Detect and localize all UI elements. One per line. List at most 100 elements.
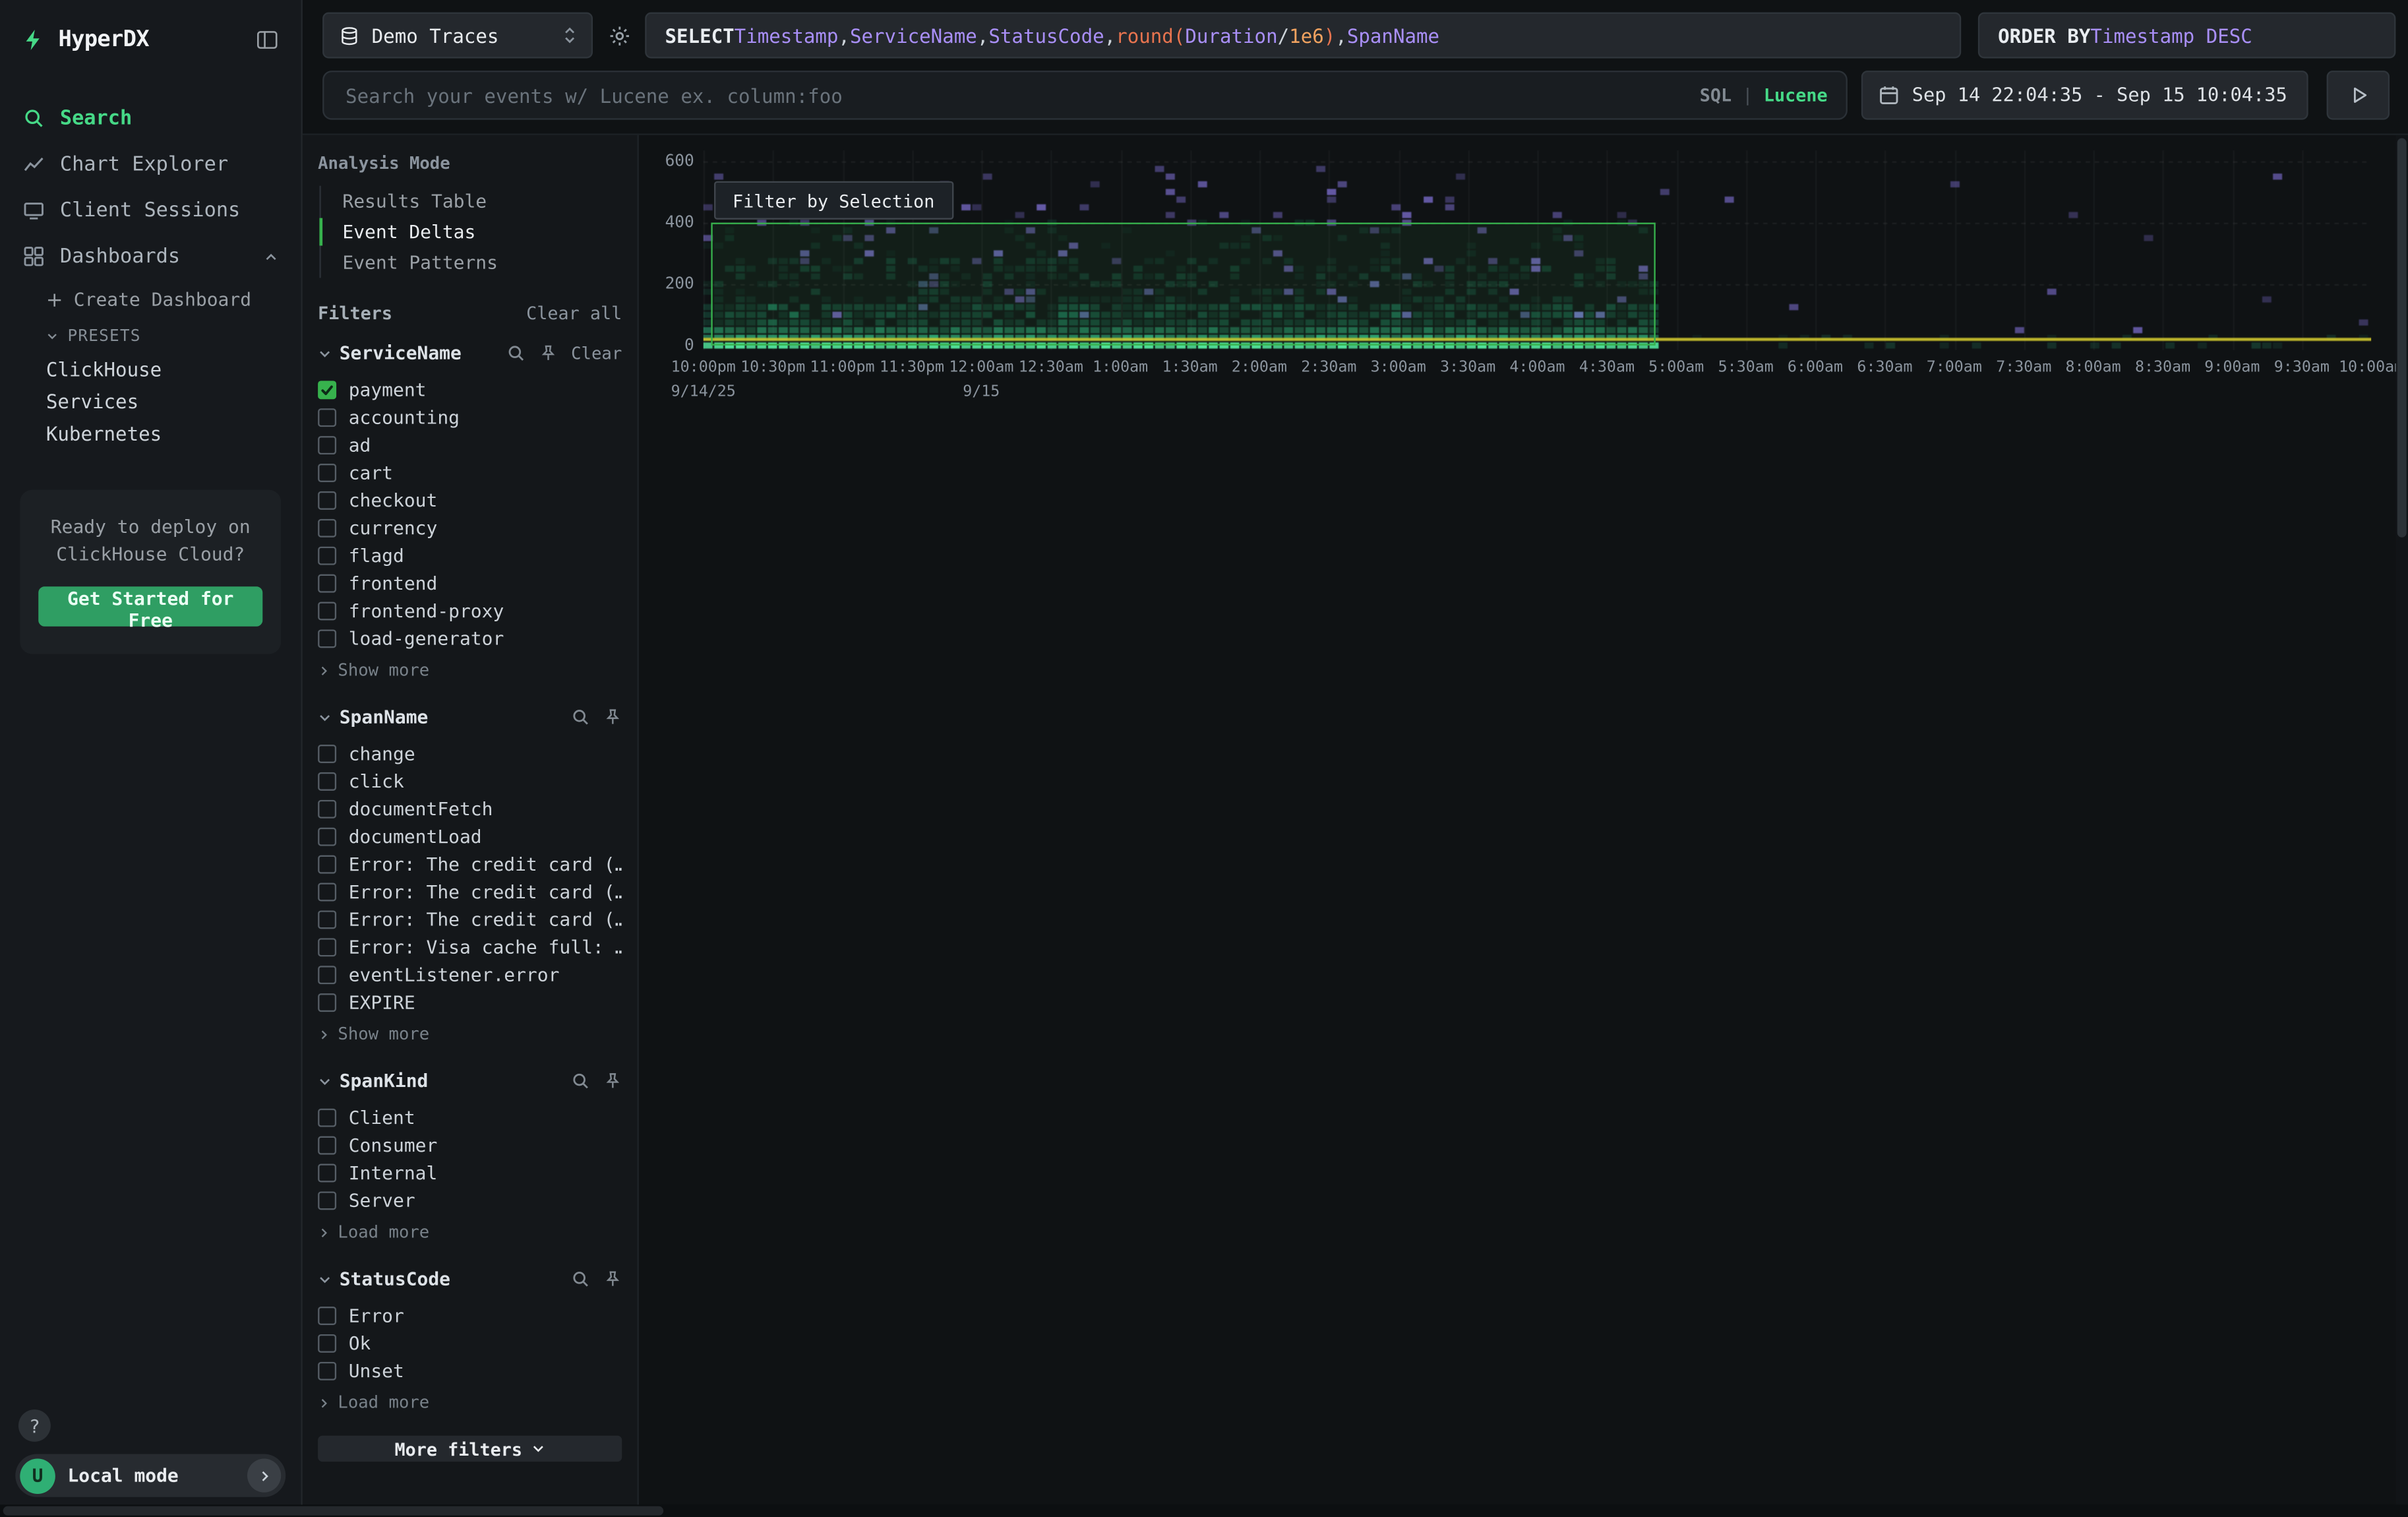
checkbox[interactable]	[318, 1191, 336, 1210]
checkbox[interactable]	[318, 464, 336, 482]
show-more-button[interactable]: Show more	[318, 1021, 622, 1047]
filter-option-accounting[interactable]: accounting	[318, 404, 622, 431]
filter-option-frontend-proxy[interactable]: frontend-proxy	[318, 598, 622, 625]
checkbox[interactable]	[318, 910, 336, 929]
get-started-button[interactable]: Get Started for Free	[38, 586, 262, 627]
pin-icon[interactable]	[603, 1072, 622, 1090]
sidebar-item-chart-explorer[interactable]: Chart Explorer	[0, 141, 301, 187]
filter-option-documentfetch[interactable]: documentFetch	[318, 795, 622, 823]
filter-option-currency[interactable]: currency	[318, 514, 622, 542]
pin-icon[interactable]	[539, 344, 557, 362]
run-query-button[interactable]	[2327, 71, 2390, 119]
sql-select-input[interactable]: SELECT Timestamp, ServiceName, StatusCod…	[645, 13, 1961, 59]
horizontal-scrollbar[interactable]	[0, 1504, 2408, 1517]
search-icon[interactable]	[506, 344, 525, 362]
sidebar-item-clickhouse[interactable]: ClickHouse	[0, 353, 301, 385]
filter-option-frontend[interactable]: frontend	[318, 570, 622, 598]
filter-group-header[interactable]: ServiceName Clear	[318, 339, 622, 367]
vertical-scrollbar-thumb[interactable]	[2397, 139, 2407, 538]
filter-option-error[interactable]: Error	[318, 1302, 622, 1330]
filter-option-internal[interactable]: Internal	[318, 1160, 622, 1187]
language-toggle-lucene[interactable]: Lucene	[1764, 84, 1828, 106]
filter-option-documentload[interactable]: documentLoad	[318, 823, 622, 851]
checkbox[interactable]	[318, 1109, 336, 1127]
chevron-right-icon[interactable]	[247, 1459, 281, 1493]
filter-option-unset[interactable]: Unset	[318, 1357, 622, 1385]
chart-selection[interactable]	[711, 223, 1655, 346]
sidebar-item-client-sessions[interactable]: Client Sessions	[0, 187, 301, 233]
user-menu[interactable]: U Local mode	[15, 1454, 286, 1497]
filter-option-flagd[interactable]: flagd	[318, 542, 622, 570]
checkbox[interactable]	[318, 519, 336, 538]
sidebar-collapse-icon[interactable]	[255, 28, 280, 52]
checkbox[interactable]	[318, 574, 336, 593]
filter-option-click[interactable]: click	[318, 768, 622, 795]
filter-option-load-generator[interactable]: load-generator	[318, 625, 622, 652]
filter-option-change[interactable]: change	[318, 740, 622, 768]
search-icon[interactable]	[571, 1270, 589, 1288]
more-filters-button[interactable]: More filters	[318, 1436, 622, 1462]
sidebar-item-services[interactable]: Services	[0, 385, 301, 418]
pin-icon[interactable]	[603, 1270, 622, 1288]
filter-option-error-the-credit-card[interactable]: Error: The credit card (…	[318, 906, 622, 933]
search-icon[interactable]	[571, 708, 589, 726]
checkbox[interactable]	[318, 408, 336, 427]
filter-option-error-visa-cache-full[interactable]: Error: Visa cache full: …	[318, 933, 622, 961]
show-more-button[interactable]: Load more	[318, 1219, 622, 1245]
analysis-mode-event-deltas[interactable]: Event Deltas	[321, 216, 622, 247]
checkbox[interactable]	[318, 1136, 336, 1155]
horizontal-scrollbar-thumb[interactable]	[3, 1506, 664, 1516]
filter-group-header[interactable]: SpanKind	[318, 1067, 622, 1095]
help-button[interactable]: ?	[18, 1409, 51, 1442]
checkbox[interactable]	[318, 1362, 336, 1380]
checkbox[interactable]	[318, 436, 336, 454]
filter-option-error-the-credit-card[interactable]: Error: The credit card (…	[318, 851, 622, 879]
analysis-mode-event-patterns[interactable]: Event Patterns	[321, 247, 622, 278]
create-dashboard-button[interactable]: Create Dashboard	[0, 280, 301, 320]
filter-option-client[interactable]: Client	[318, 1104, 622, 1132]
filter-group-header[interactable]: SpanName	[318, 703, 622, 731]
checkbox-checked[interactable]	[318, 381, 336, 399]
checkbox[interactable]	[318, 1307, 336, 1325]
checkbox[interactable]	[318, 745, 336, 763]
search-input[interactable]	[342, 82, 1699, 109]
checkbox[interactable]	[318, 883, 336, 902]
search-icon[interactable]	[571, 1072, 589, 1090]
analysis-mode-results-table[interactable]: Results Table	[321, 186, 622, 217]
order-by-input[interactable]: ORDER BY Timestamp DESC	[1978, 13, 2396, 59]
checkbox[interactable]	[318, 547, 336, 565]
filter-option-checkout[interactable]: checkout	[318, 487, 622, 514]
source-select[interactable]: Demo Traces	[322, 13, 593, 59]
filter-option-server[interactable]: Server	[318, 1187, 622, 1214]
checkbox[interactable]	[318, 1164, 336, 1183]
filter-option-error-the-credit-card[interactable]: Error: The credit card (…	[318, 879, 622, 906]
clear-all-button[interactable]: Clear all	[526, 303, 622, 325]
time-range-picker[interactable]: Sep 14 22:04:35 - Sep 15 10:04:35	[1861, 71, 2308, 119]
filter-option-eventlistener-error[interactable]: eventListener.error	[318, 961, 622, 989]
show-more-button[interactable]: Show more	[318, 657, 622, 683]
sidebar-item-dashboards[interactable]: Dashboards	[0, 233, 301, 280]
filter-clear-button[interactable]: Clear	[571, 343, 622, 363]
filter-by-selection-button[interactable]: Filter by Selection	[714, 181, 953, 220]
checkbox[interactable]	[318, 966, 336, 984]
vertical-scrollbar[interactable]	[2395, 135, 2408, 1504]
filter-option-ad[interactable]: ad	[318, 431, 622, 459]
checkbox[interactable]	[318, 993, 336, 1012]
checkbox[interactable]	[318, 938, 336, 956]
presets-toggle[interactable]: PRESETS	[0, 319, 301, 353]
language-toggle-sql[interactable]: SQL	[1700, 84, 1731, 106]
filter-option-ok[interactable]: Ok	[318, 1330, 622, 1357]
checkbox[interactable]	[318, 855, 336, 874]
filter-option-cart[interactable]: cart	[318, 459, 622, 487]
checkbox[interactable]	[318, 772, 336, 791]
checkbox[interactable]	[318, 800, 336, 819]
checkbox[interactable]	[318, 491, 336, 510]
sidebar-item-search[interactable]: Search	[0, 95, 301, 141]
checkbox[interactable]	[318, 629, 336, 648]
pin-icon[interactable]	[603, 708, 622, 726]
checkbox[interactable]	[318, 602, 336, 621]
filter-option-expire[interactable]: EXPIRE	[318, 989, 622, 1016]
filter-group-header[interactable]: StatusCode	[318, 1265, 622, 1293]
checkbox[interactable]	[318, 1334, 336, 1353]
filter-option-payment[interactable]: payment	[318, 376, 622, 404]
